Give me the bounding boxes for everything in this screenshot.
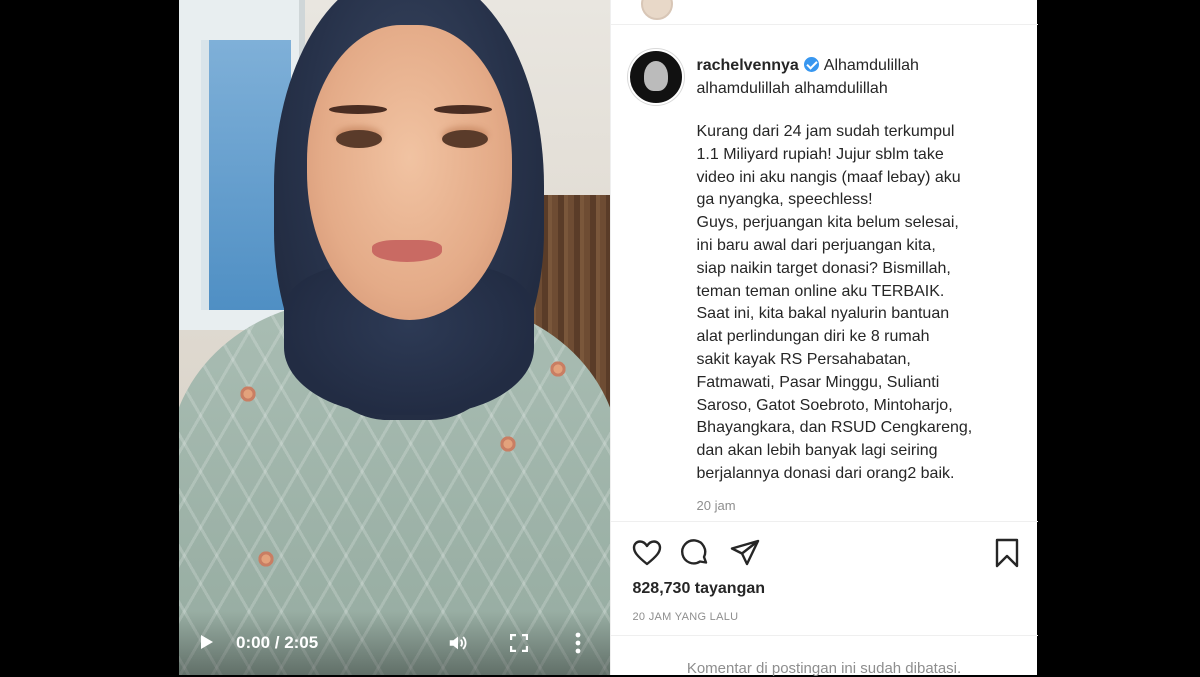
person-lips [372, 240, 442, 262]
video-time: 0:00 / 2:05 [236, 633, 319, 652]
fullscreen-icon[interactable] [510, 634, 528, 652]
caption-header: rachelvennya Alhamdulillah alhamdulillah … [697, 54, 1017, 100]
caption-body: Kurang dari 24 jam sudah terkumpul 1.1 M… [696, 123, 973, 482]
username-link[interactable]: rachelvennya [697, 57, 799, 74]
comment-timestamp: 20 jam [696, 498, 736, 513]
video-frame [179, 0, 610, 675]
comments-limited-notice: Komentar di postingan ini sudah dibatasi… [686, 660, 962, 677]
comment-icon[interactable] [679, 537, 711, 569]
post-age[interactable]: 20 JAM YANG LALU [633, 611, 739, 623]
view-count[interactable]: 828,730 tayangan [633, 580, 766, 598]
post-header [610, 0, 1038, 25]
header-avatar[interactable] [640, 0, 673, 20]
volume-icon[interactable] [447, 632, 469, 654]
person-face [307, 25, 512, 320]
more-vertical-icon[interactable] [575, 631, 581, 655]
heart-icon[interactable] [631, 537, 663, 569]
verified-badge-icon [803, 57, 819, 72]
video-controls: 0:00 / 2:05 [179, 611, 610, 675]
bookmark-icon[interactable] [991, 537, 1023, 569]
avatar[interactable] [627, 49, 684, 105]
divider [610, 635, 1038, 636]
video-player[interactable]: 0:00 / 2:05 [179, 0, 610, 675]
post-panel: rachelvennya Alhamdulillah alhamdulillah … [609, 0, 1038, 677]
send-icon[interactable] [729, 537, 761, 569]
divider [610, 521, 1038, 522]
instagram-post: 0:00 / 2:05 rachelvennya Alhamdulillah a… [179, 0, 1038, 677]
play-icon[interactable] [201, 635, 213, 649]
